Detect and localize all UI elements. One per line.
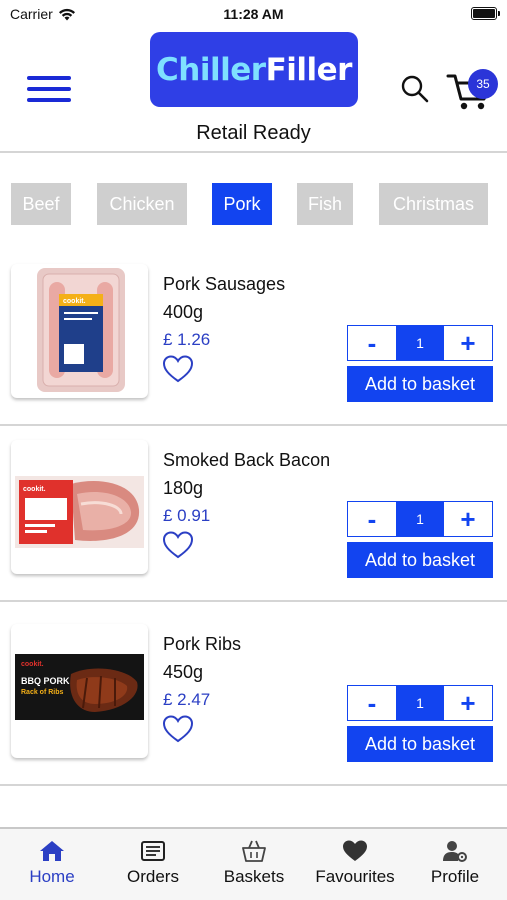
heart-outline-icon [162,531,194,559]
bacon-pack-image: cookit. [15,476,144,548]
svg-text:BBQ PORK: BBQ PORK [21,676,70,686]
favourite-button[interactable] [162,530,194,560]
increase-quantity-button[interactable]: + [444,686,492,720]
add-to-basket-button[interactable]: Add to basket [347,366,493,402]
battery-icon [471,7,500,20]
quantity-stepper: - 1 + [347,685,493,721]
product-image[interactable]: cookit. BBQ PORK Rack of Ribs [11,624,148,758]
product-image[interactable]: cookit. [11,264,148,398]
heart-outline-icon [162,355,194,383]
svg-text:cookit.: cookit. [21,661,44,668]
product-weight: 400g [163,302,204,322]
orders-icon [141,841,165,861]
logo-text-chiller: Chiller [156,51,266,88]
product-name: Pork Ribs [163,634,242,654]
category-fish[interactable]: Fish [297,183,353,225]
tab-profile[interactable]: Profile [405,829,505,900]
tab-home[interactable]: Home [2,829,102,900]
status-time: 11:28 AM [223,6,284,22]
quantity-value[interactable]: 1 [396,502,444,536]
increase-quantity-button[interactable]: + [444,502,492,536]
svg-text:cookit.: cookit. [63,298,86,305]
tab-label: Favourites [315,867,395,886]
cart-count-badge: 35 [468,69,498,99]
category-filter-bar: Beef Chicken Pork Fish Christmas [0,183,507,225]
tab-baskets[interactable]: Baskets [204,829,304,900]
add-to-basket-button[interactable]: Add to basket [347,726,493,762]
quantity-stepper: - 1 + [347,325,493,361]
tab-label: Profile [430,867,480,886]
app-logo: Chiller Filler [150,32,358,107]
page-subtitle: Retail Ready [196,122,311,144]
decrease-quantity-button[interactable]: - [348,326,396,360]
category-chicken[interactable]: Chicken [97,183,187,225]
app-header: Chiller Filler Retail Ready 35 [0,28,507,152]
product-price: £ 0.91 [163,506,211,525]
quantity-stepper: - 1 + [347,501,493,537]
product-price: £ 1.26 [163,330,211,349]
header-divider [0,151,507,153]
decrease-quantity-button[interactable]: - [348,502,396,536]
search-icon [401,75,429,103]
add-to-basket-button[interactable]: Add to basket [347,542,493,578]
product-card: cookit. Pork Sausages 400g £ 1.26 - 1 + … [0,250,507,426]
tab-favourites[interactable]: Favourites [305,829,405,900]
category-pork[interactable]: Pork [212,183,272,225]
tab-orders[interactable]: Orders [103,829,203,900]
category-christmas[interactable]: Christmas [379,183,488,225]
svg-text:Rack of Ribs: Rack of Ribs [21,689,64,696]
product-price: £ 2.47 [163,690,211,709]
basket-icon [242,840,266,862]
sausages-pack-image: cookit. [37,268,125,392]
tab-label: Home [29,867,75,886]
quantity-value[interactable]: 1 [396,326,444,360]
product-weight: 450g [163,662,204,682]
ribs-pack-image: cookit. BBQ PORK Rack of Ribs [15,654,144,720]
decrease-quantity-button[interactable]: - [348,686,396,720]
product-name: Pork Sausages [163,274,286,294]
product-divider [0,784,507,786]
svg-text:cookit.: cookit. [23,486,46,493]
bottom-tab-bar: Home Orders Baskets Favourites Profile [0,827,507,900]
home-icon [40,841,64,861]
tab-label: Orders [127,867,179,886]
product-name: Smoked Back Bacon [163,450,331,470]
tab-label: Baskets [223,867,285,886]
status-bar: Carrier 11:28 AM [0,0,507,28]
menu-icon [27,76,71,80]
product-divider [0,600,507,602]
quantity-value[interactable]: 1 [396,686,444,720]
increase-quantity-button[interactable]: + [444,326,492,360]
favourite-button[interactable] [162,714,194,744]
product-image[interactable]: cookit. [11,440,148,574]
menu-button[interactable] [27,72,71,106]
product-weight: 180g [163,478,204,498]
category-beef[interactable]: Beef [11,183,71,225]
favourite-button[interactable] [162,354,194,384]
heart-icon [343,840,367,861]
search-button[interactable] [398,72,432,106]
profile-icon [443,841,467,862]
logo-text-filler: Filler [265,51,353,88]
heart-outline-icon [162,715,194,743]
product-card: cookit. Smoked Back Bacon 180g £ 0.91 - … [0,426,507,602]
product-card: cookit. BBQ PORK Rack of Ribs Pork Ribs … [0,610,507,786]
